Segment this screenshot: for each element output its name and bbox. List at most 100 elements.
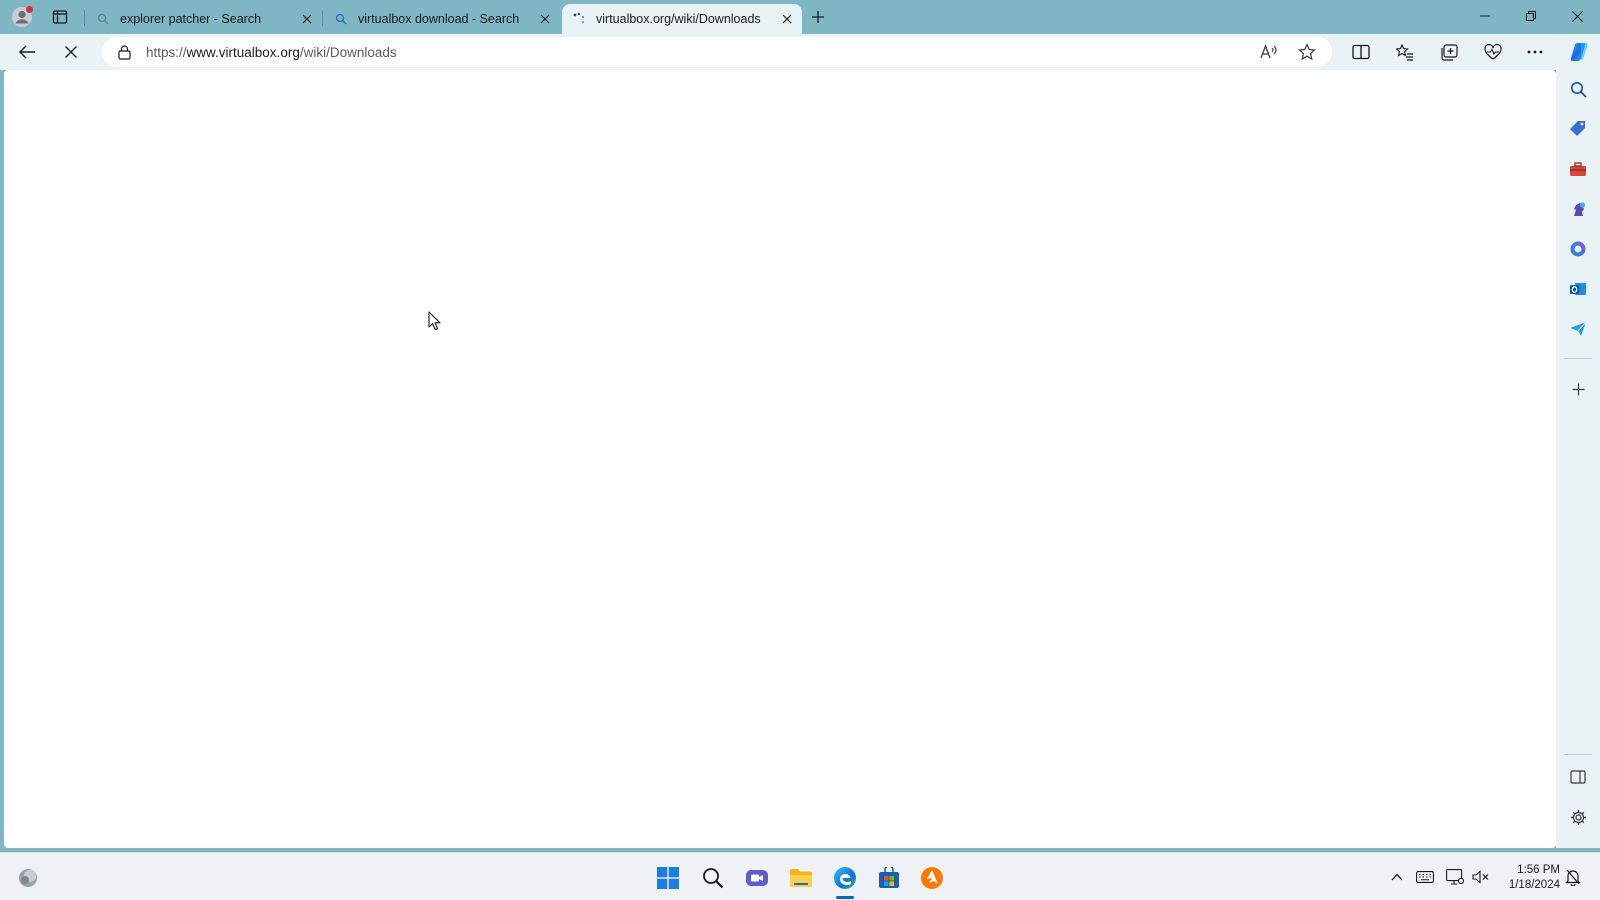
sidebar-settings-button[interactable] bbox=[1563, 802, 1593, 832]
stop-loading-button[interactable] bbox=[56, 38, 86, 66]
active-app-indicator bbox=[836, 896, 854, 899]
tab-virtualbox-downloads[interactable]: virtualbox.org/wiki/Downloads bbox=[562, 4, 802, 34]
sidebar-panel-icon bbox=[1570, 770, 1586, 784]
sidebar-drop-button[interactable] bbox=[1563, 314, 1593, 344]
sidebar-outlook-button[interactable] bbox=[1563, 274, 1593, 304]
close-icon bbox=[782, 14, 792, 24]
split-screen-button[interactable] bbox=[1346, 38, 1376, 66]
close-icon bbox=[540, 14, 550, 24]
system-clock[interactable]: 1:56 PM 1/18/2024 bbox=[1500, 863, 1560, 893]
title-bar: explorer patcher - Search virtualbox dow… bbox=[0, 0, 1600, 34]
url-text[interactable]: https://www.virtualbox.org/wiki/Download… bbox=[146, 45, 1332, 60]
browser-essentials-button[interactable] bbox=[1478, 38, 1508, 66]
loading-icon bbox=[572, 12, 586, 26]
tab-title: virtualbox download - Search bbox=[358, 12, 520, 26]
sidebar-search-button[interactable] bbox=[1563, 74, 1593, 104]
copilot-button[interactable] bbox=[1564, 38, 1594, 66]
tab-separator bbox=[84, 10, 85, 26]
outlook-icon bbox=[1570, 283, 1586, 295]
collections-button[interactable] bbox=[1434, 38, 1464, 66]
search-icon bbox=[96, 12, 110, 26]
restore-button[interactable] bbox=[1508, 0, 1554, 32]
arrow-left-icon bbox=[18, 45, 35, 59]
edge-sidebar bbox=[1556, 70, 1600, 848]
sidebar-divider bbox=[1564, 754, 1592, 755]
more-icon bbox=[1527, 50, 1543, 54]
taskbar-avast-button[interactable] bbox=[915, 861, 949, 895]
sidebar-shopping-button[interactable] bbox=[1563, 114, 1593, 144]
tab-virtualbox-download[interactable]: virtualbox download - Search bbox=[324, 4, 560, 34]
browser-toolbar: https://www.virtualbox.org/wiki/Download… bbox=[0, 34, 1600, 70]
taskbar-file-explorer-button[interactable] bbox=[784, 861, 818, 895]
taskbar-search-button[interactable] bbox=[696, 861, 730, 895]
touch-keyboard-button[interactable] bbox=[1414, 865, 1436, 889]
volume-button[interactable] bbox=[1470, 865, 1492, 889]
sidebar-games-button[interactable] bbox=[1563, 194, 1593, 224]
taskbar-edge-button[interactable] bbox=[828, 861, 862, 895]
keyboard-icon bbox=[1416, 871, 1434, 883]
favorites-button[interactable] bbox=[1390, 38, 1420, 66]
address-bar[interactable]: https://www.virtualbox.org/wiki/Download… bbox=[102, 37, 1332, 67]
page-content[interactable] bbox=[4, 70, 1556, 848]
file-explorer-icon bbox=[790, 869, 812, 887]
notification-dot bbox=[26, 6, 33, 13]
sidebar-microsoft365-button[interactable] bbox=[1563, 234, 1593, 264]
favorites-list-icon bbox=[1396, 43, 1413, 61]
close-icon bbox=[302, 14, 312, 24]
tab-separator bbox=[322, 10, 323, 26]
gear-icon bbox=[1570, 809, 1586, 825]
taskbar-meet-button[interactable] bbox=[740, 861, 774, 895]
search-icon bbox=[334, 12, 348, 26]
copilot-icon bbox=[1570, 43, 1588, 61]
microsoft-365-icon bbox=[1570, 241, 1586, 257]
sidebar-tools-button[interactable] bbox=[1563, 154, 1593, 184]
clock-date: 1/18/2024 bbox=[1508, 879, 1560, 891]
profile-button[interactable] bbox=[8, 4, 36, 30]
notifications-button[interactable] bbox=[1562, 865, 1584, 889]
sidebar-add-button[interactable] bbox=[1563, 374, 1593, 404]
weather-icon bbox=[19, 869, 37, 887]
new-tab-button[interactable] bbox=[806, 5, 830, 29]
store-icon bbox=[879, 867, 899, 888]
back-button[interactable] bbox=[12, 38, 42, 66]
show-hidden-icons-button[interactable] bbox=[1386, 865, 1408, 889]
volume-muted-icon bbox=[1472, 870, 1489, 884]
start-button[interactable] bbox=[651, 861, 685, 895]
favorite-button[interactable] bbox=[1294, 40, 1320, 64]
minimize-icon bbox=[1480, 15, 1490, 17]
chevron-up-icon bbox=[1391, 873, 1403, 881]
url-scheme: https:// bbox=[146, 44, 187, 60]
tab-explorer-patcher[interactable]: explorer patcher - Search bbox=[86, 4, 322, 34]
collections-icon bbox=[1441, 43, 1458, 61]
heart-pulse-icon bbox=[1484, 44, 1502, 60]
close-icon bbox=[1571, 10, 1583, 22]
read-aloud-icon bbox=[1260, 44, 1277, 59]
restore-icon bbox=[1526, 11, 1536, 21]
network-icon bbox=[1446, 869, 1464, 885]
paper-plane-icon bbox=[1570, 321, 1587, 336]
taskbar-store-button[interactable] bbox=[872, 861, 906, 895]
edge-icon bbox=[834, 867, 856, 889]
minimize-button[interactable] bbox=[1462, 0, 1508, 32]
close-tab-button[interactable] bbox=[776, 8, 798, 30]
tab-title: virtualbox.org/wiki/Downloads bbox=[596, 12, 761, 26]
tab-actions-icon bbox=[52, 10, 68, 24]
url-path: /wiki/Downloads bbox=[299, 44, 397, 60]
read-aloud-button[interactable] bbox=[1256, 40, 1282, 64]
clock-time: 1:56 PM bbox=[1517, 864, 1560, 876]
search-icon bbox=[703, 868, 724, 889]
hide-sidebar-button[interactable] bbox=[1563, 762, 1593, 792]
close-tab-button[interactable] bbox=[534, 8, 556, 30]
search-icon bbox=[1570, 81, 1587, 98]
lock-icon[interactable] bbox=[116, 44, 132, 60]
tab-actions-button[interactable] bbox=[46, 4, 74, 30]
notification-bell-icon bbox=[1565, 869, 1581, 886]
widgets-button[interactable] bbox=[11, 861, 45, 895]
close-tab-button[interactable] bbox=[296, 8, 318, 30]
chess-piece-icon bbox=[1574, 202, 1586, 216]
more-options-button[interactable] bbox=[1520, 38, 1550, 66]
start-icon bbox=[657, 867, 679, 889]
window-close-button[interactable] bbox=[1554, 0, 1600, 32]
network-button[interactable] bbox=[1444, 865, 1466, 889]
toolbox-icon bbox=[1570, 162, 1586, 176]
